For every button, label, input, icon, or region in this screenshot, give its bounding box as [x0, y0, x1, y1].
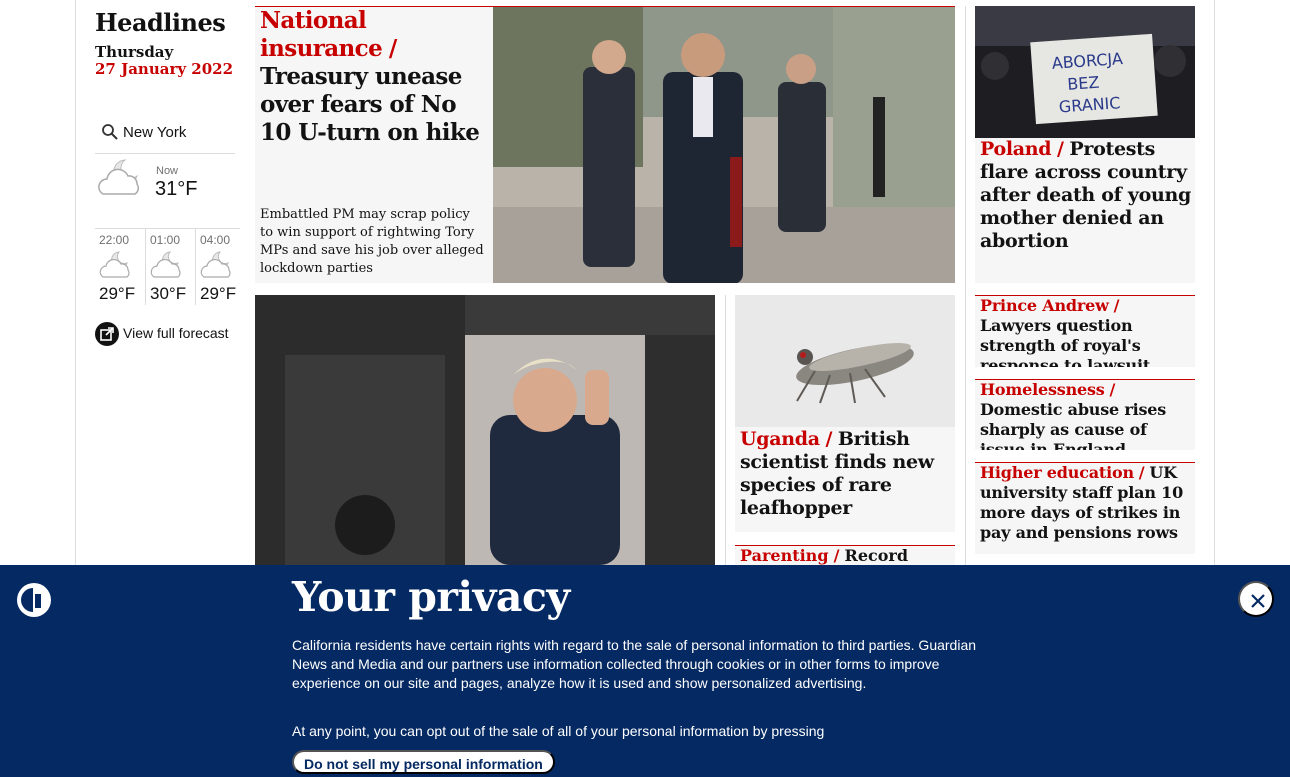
story-headline: Lawyers question strength of royal's res…	[980, 316, 1151, 367]
weather-location: New York	[123, 124, 187, 141]
kicker-separator: /	[1109, 380, 1116, 399]
cloudy-night-icon	[200, 251, 231, 278]
full-forecast-label: View full forecast	[123, 325, 229, 341]
weather-location-search[interactable]: New York	[95, 118, 235, 154]
day-label: Thursday	[95, 43, 174, 61]
forecast-item: 22:00 29°F	[95, 229, 144, 305]
date-label: 27 January 2022	[95, 60, 234, 78]
now-temperature: 31°F	[155, 178, 198, 200]
prince-andrew-headline[interactable]: Prince Andrew / Lawyers question strengt…	[980, 296, 1194, 367]
story-kicker: Poland	[980, 138, 1052, 160]
close-banner-button[interactable]	[1238, 581, 1274, 617]
story-standfirst: Embattled PM may scrap policy to win sup…	[260, 207, 484, 276]
kicker-separator: /	[833, 546, 840, 565]
forecast-time: 01:00	[150, 233, 181, 247]
homelessness-headline[interactable]: Homelessness / Domestic abuse rises shar…	[980, 380, 1194, 450]
forecast-temp: 30°F	[150, 284, 187, 303]
do-not-sell-button[interactable]: Do not sell my personal information	[292, 750, 555, 774]
column-divider	[965, 6, 966, 577]
forecast-temp: 29°F	[99, 284, 136, 303]
forecast-time: 22:00	[99, 233, 130, 247]
kicker-separator: /	[388, 35, 397, 62]
uganda-story-card[interactable]: Uganda / British scientist finds new spe…	[735, 295, 955, 532]
guardian-logo-icon	[17, 583, 51, 617]
story-kicker: Homelessness	[980, 380, 1105, 399]
kicker-separator: /	[825, 428, 833, 450]
lead-story-image	[493, 7, 955, 283]
kicker-separator: /	[1113, 296, 1120, 315]
cloudy-night-icon	[99, 251, 130, 278]
story-headline: Treasury unease over fears of No 10 U-tu…	[260, 63, 480, 146]
poland-headline[interactable]: Poland / Protests flare across country a…	[980, 138, 1192, 253]
story-headline: Domestic abuse rises sharply as cause of…	[980, 400, 1167, 450]
story-kicker: Parenting	[740, 546, 829, 565]
external-link-icon	[95, 322, 119, 346]
privacy-body-optout: At any point, you can opt out of the sal…	[292, 723, 825, 739]
story-kicker: Prince Andrew	[980, 296, 1109, 315]
featured-story-image	[255, 295, 715, 565]
privacy-title: Your privacy	[292, 573, 570, 621]
now-label: Now	[156, 165, 179, 177]
parenting-headline[interactable]: Parenting / Record	[740, 546, 950, 566]
story-kicker: National insurance	[260, 7, 383, 62]
homelessness-story-card[interactable]: Homelessness / Domestic abuse rises shar…	[975, 379, 1195, 450]
privacy-body: California residents have certain rights…	[292, 637, 977, 691]
poland-story-image: ABORCJA BEZ GRANIC	[975, 6, 1195, 138]
higher-education-story-card[interactable]: Higher education / UK university staff p…	[975, 462, 1195, 554]
cloudy-night-icon	[150, 251, 181, 278]
close-icon	[1251, 594, 1265, 608]
forecast-temp: 29°F	[200, 284, 237, 303]
uganda-headline[interactable]: Uganda / British scientist finds new spe…	[740, 428, 950, 520]
lead-story-card[interactable]: National insurance / Treasury unease ove…	[255, 6, 955, 283]
featured-image-card[interactable]	[255, 295, 715, 565]
lead-headline[interactable]: National insurance / Treasury unease ove…	[260, 7, 488, 147]
search-icon	[102, 124, 118, 140]
prince-andrew-story-card[interactable]: Prince Andrew / Lawyers question strengt…	[975, 295, 1195, 367]
poland-story-card[interactable]: ABORCJA BEZ GRANIC Poland / Protests fla…	[975, 6, 1195, 283]
forecast-item: 01:00 30°F	[145, 229, 194, 305]
kicker-separator: /	[1138, 463, 1145, 482]
forecast-row: 22:00 29°F 01:00 30°F 04:00 29°F	[95, 228, 240, 305]
svg-text:BEZ: BEZ	[1067, 73, 1100, 94]
column-divider	[725, 295, 726, 577]
cloudy-night-icon	[98, 159, 140, 195]
story-kicker: Higher education	[980, 463, 1134, 482]
section-title: Headlines	[95, 8, 226, 37]
privacy-banner: Your privacy California residents have c…	[0, 565, 1290, 777]
higher-education-headline[interactable]: Higher education / UK university staff p…	[980, 463, 1194, 543]
forecast-time: 04:00	[200, 233, 231, 247]
kicker-separator: /	[1057, 138, 1064, 160]
story-kicker: Uganda	[740, 428, 820, 450]
story-headline: Record	[844, 546, 909, 565]
uganda-story-image	[735, 295, 955, 427]
forecast-item: 04:00 29°F	[195, 229, 244, 305]
